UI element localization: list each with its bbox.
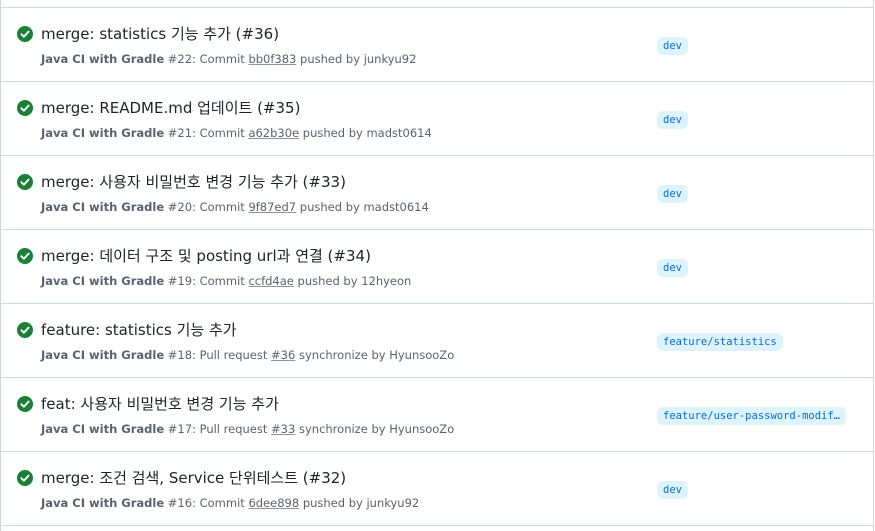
run-ref-link[interactable]: 9f87ed7 — [248, 200, 296, 214]
run-trigger: Pull request — [199, 348, 268, 362]
run-title-link[interactable]: merge: 데이터 구조 및 posting url과 연결 (#34) — [41, 246, 371, 266]
run-meta: Java CI with Gradle #20: Commit 9f87ed7 … — [41, 200, 429, 214]
workflow-name: Java CI with Gradle — [41, 200, 165, 214]
run-title-link[interactable]: merge: 조건 검색, Service 단위테스트 (#32) — [41, 468, 346, 488]
workflow-run-row[interactable]: merge: statistics 기능 추가 (#36) Java CI wit… — [1, 8, 873, 82]
run-ref-link[interactable]: 6dee898 — [248, 496, 299, 510]
run-ref-link[interactable]: #36 — [271, 348, 295, 362]
run-ref-link[interactable]: #33 — [271, 422, 295, 436]
run-trigger: Commit — [199, 274, 245, 288]
run-ref-link[interactable]: ccfd4ae — [248, 274, 293, 288]
workflow-name: Java CI with Gradle — [41, 126, 165, 140]
check-circle-fill-icon — [17, 248, 33, 264]
run-title-link[interactable]: feat: 사용자 비밀번호 변경 기능 추가 — [41, 394, 279, 414]
run-meta: Java CI with Gradle #16: Commit 6dee898 … — [41, 496, 420, 510]
run-trigger: Commit — [199, 496, 245, 510]
run-number: #20 — [167, 200, 193, 214]
run-actor: HyunsooZo — [389, 348, 455, 362]
run-action: pushed by — [302, 496, 363, 510]
run-actor: 12hyeon — [361, 274, 412, 288]
branch-label[interactable]: dev — [657, 259, 688, 277]
workflow-name: Java CI with Gradle — [41, 52, 165, 66]
run-action: pushed by — [297, 274, 358, 288]
workflow-name: Java CI with Gradle — [41, 274, 165, 288]
workflow-run-row[interactable]: feature: statistics 기능 추가 Java CI with Gr… — [1, 304, 873, 378]
run-action: synchronize by — [298, 348, 386, 362]
check-circle-fill-icon — [17, 322, 33, 338]
workflow-run-row[interactable]: merge: README.md 업데이트 (#35) Java CI with … — [1, 82, 873, 156]
workflow-name: Java CI with Gradle — [41, 422, 165, 436]
branch-label[interactable]: feature/user-password-modif… — [657, 407, 847, 425]
branch-label[interactable]: dev — [657, 185, 688, 203]
run-title-link[interactable]: merge: README.md 업데이트 (#35) — [41, 98, 300, 118]
branch-label[interactable]: dev — [657, 37, 688, 55]
run-number: #21 — [167, 126, 193, 140]
check-circle-fill-icon — [17, 174, 33, 190]
run-trigger: Commit — [199, 126, 245, 140]
run-number: #17 — [167, 422, 193, 436]
run-number: #19 — [167, 274, 193, 288]
run-meta: Java CI with Gradle #21: Commit a62b30e … — [41, 126, 432, 140]
check-circle-fill-icon — [17, 470, 33, 486]
workflow-run-row[interactable]: merge: 데이터 구조 및 posting url과 연결 (#34) Jav… — [1, 230, 873, 304]
workflow-run-row[interactable]: feat: 사용자 비밀번호 변경 기능 추가 Java CI with Grad… — [1, 378, 873, 452]
check-circle-fill-icon — [17, 396, 33, 412]
run-actor: junkyu92 — [363, 52, 417, 66]
branch-label[interactable]: dev — [657, 111, 688, 129]
run-title-link[interactable]: merge: statistics 기능 추가 (#36) — [41, 24, 279, 44]
run-title-link[interactable]: feature: statistics 기능 추가 — [41, 320, 237, 340]
run-meta: Java CI with Gradle #22: Commit bb0f383 … — [41, 52, 417, 66]
workflow-run-row[interactable]: merge: 조건 검색, Service 단위테스트 (#32) Java CI… — [1, 452, 873, 526]
run-actor: HyunsooZo — [389, 422, 455, 436]
run-actor: madst0614 — [366, 126, 432, 140]
run-number: #22 — [167, 52, 193, 66]
run-trigger: Pull request — [199, 422, 268, 436]
run-meta: Java CI with Gradle #19: Commit ccfd4ae … — [41, 274, 412, 288]
run-action: synchronize by — [298, 422, 386, 436]
workflow-runs-list: merge: statistics 기능 추가 (#36) Java CI wit… — [0, 0, 874, 531]
workflow-name: Java CI with Gradle — [41, 348, 165, 362]
run-title-link[interactable]: merge: 사용자 비밀번호 변경 기능 추가 (#33) — [41, 172, 346, 192]
workflow-name: Java CI with Gradle — [41, 496, 165, 510]
run-number: #16 — [167, 496, 193, 510]
check-circle-fill-icon — [17, 100, 33, 116]
run-actor: madst0614 — [363, 200, 429, 214]
run-meta: Java CI with Gradle #18: Pull request #3… — [41, 348, 455, 362]
run-trigger: Commit — [199, 52, 245, 66]
run-meta: Java CI with Gradle #17: Pull request #3… — [41, 422, 455, 436]
run-ref-link[interactable]: a62b30e — [248, 126, 299, 140]
run-action: pushed by — [302, 126, 363, 140]
branch-label[interactable]: dev — [657, 481, 688, 499]
branch-label[interactable]: feature/statistics — [657, 333, 783, 351]
run-action: pushed by — [299, 200, 360, 214]
check-circle-fill-icon — [17, 26, 33, 42]
run-action: pushed by — [300, 52, 361, 66]
run-trigger: Commit — [199, 200, 245, 214]
run-number: #18 — [167, 348, 193, 362]
run-actor: junkyu92 — [366, 496, 420, 510]
workflow-run-row[interactable]: merge: 사용자 비밀번호 변경 기능 추가 (#33) Java CI wi… — [1, 156, 873, 230]
run-ref-link[interactable]: bb0f383 — [248, 52, 296, 66]
